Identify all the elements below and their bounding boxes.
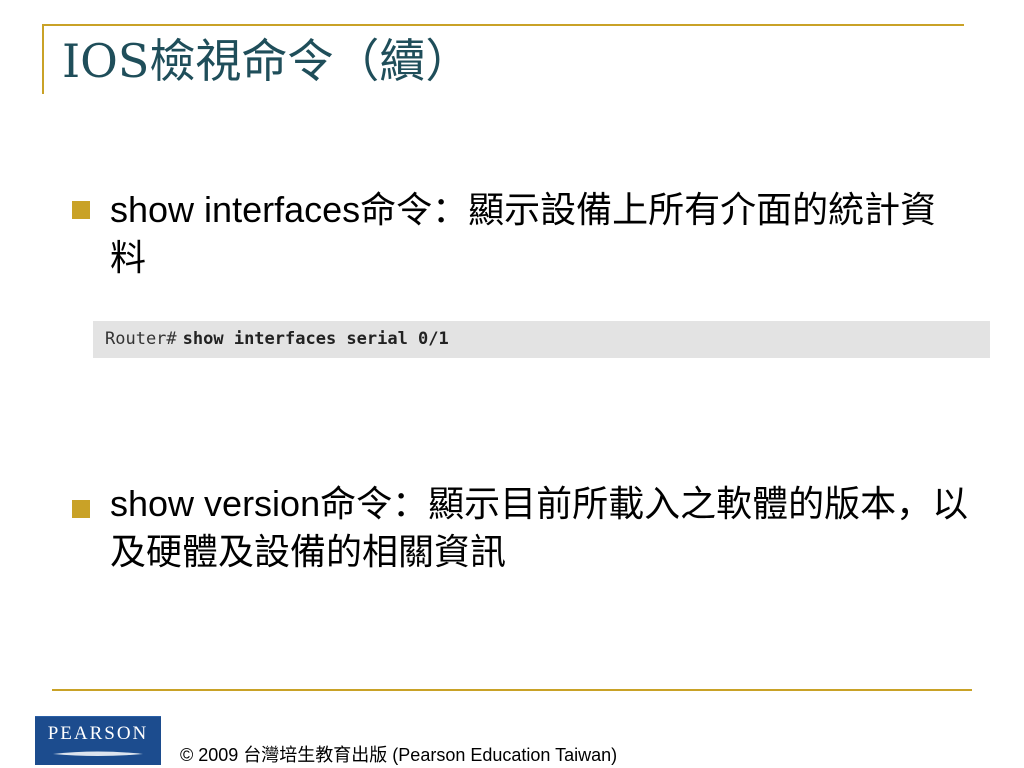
bullet-item-2: show version命令：顯示目前所載入之軟體的版本，以及硬體及設備的相關資… bbox=[110, 483, 969, 572]
swoosh-icon bbox=[53, 751, 143, 756]
square-bullet-icon bbox=[72, 500, 90, 518]
slide-title: IOS檢視命令（續） bbox=[62, 34, 472, 88]
bullet-item-1: show interfaces命令：顯示設備上所有介面的統計資料 bbox=[110, 189, 937, 278]
square-bullet-icon bbox=[72, 201, 90, 219]
code-line: Router# show interfaces serial 0/1 bbox=[105, 329, 449, 349]
footer-copyright: © 2009 台灣培生教育出版 (Pearson Education Taiwa… bbox=[180, 745, 618, 765]
title-frame-top bbox=[42, 24, 964, 26]
code-block: Router# show interfaces serial 0/1 bbox=[93, 321, 990, 358]
title-frame-left bbox=[42, 24, 44, 94]
footer-divider bbox=[52, 689, 972, 691]
code-prompt: Router# bbox=[105, 329, 177, 349]
logo-text: PEARSON bbox=[47, 723, 149, 744]
code-command: show interfaces serial 0/1 bbox=[182, 329, 449, 349]
pearson-logo: PEARSON bbox=[35, 716, 161, 765]
